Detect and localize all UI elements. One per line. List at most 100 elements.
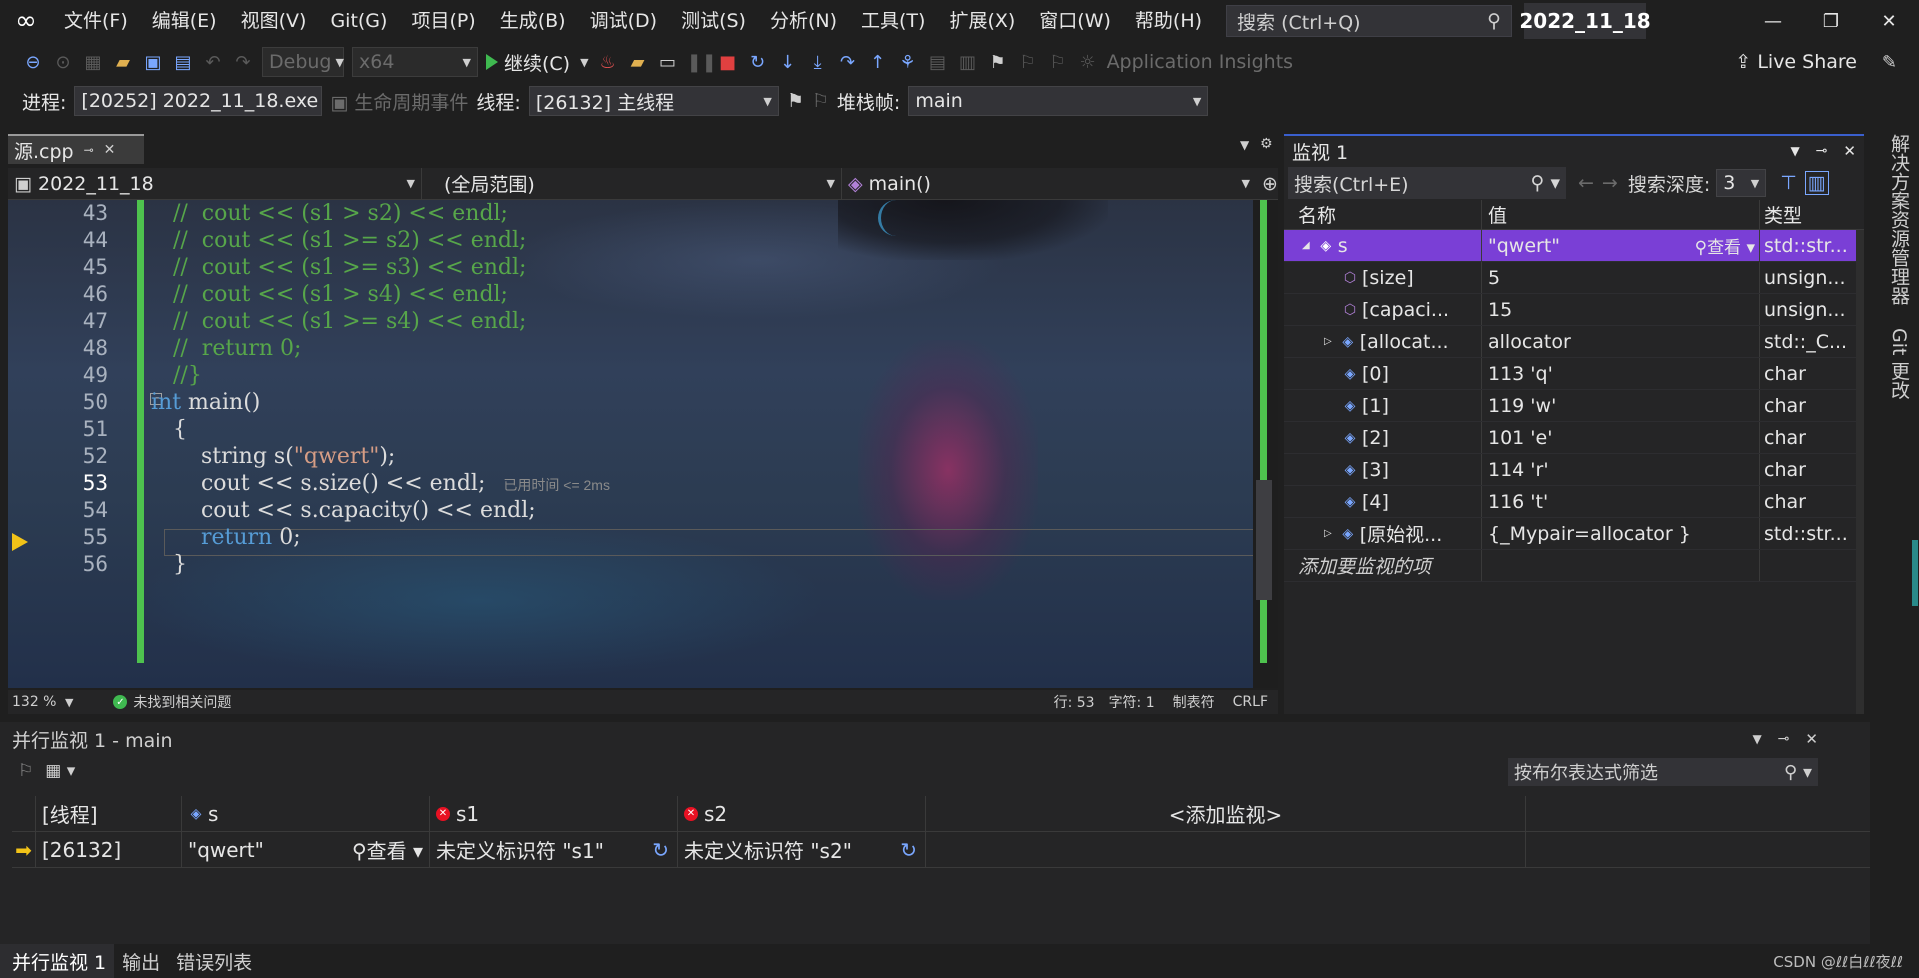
close-icon[interactable]: ✕ xyxy=(1843,142,1856,160)
scrollbar-thumb[interactable] xyxy=(1256,480,1272,600)
project-nav-select[interactable]: ▣ 2022_11_18 ▼ xyxy=(8,167,422,200)
scope-nav-select[interactable]: (全局范围) ▼ xyxy=(422,167,842,200)
bookmark-next-icon[interactable]: ⚐ xyxy=(1047,52,1069,73)
continue-button[interactable]: 继续(C) ▼ xyxy=(486,49,589,76)
column-header-s[interactable]: ◈ s xyxy=(182,796,430,831)
pin-icon[interactable]: ⊸ xyxy=(84,143,94,157)
stop-icon[interactable]: ■ xyxy=(717,52,739,73)
menu-build[interactable]: 生成(B) xyxy=(488,0,578,42)
pin-icon[interactable]: ⊸ xyxy=(1778,731,1790,747)
menu-test[interactable]: 测试(S) xyxy=(669,0,758,42)
menu-tools[interactable]: 工具(T) xyxy=(849,0,937,42)
menu-edit[interactable]: 编辑(E) xyxy=(140,0,229,42)
tab-error-list[interactable]: 错误列表 xyxy=(168,944,260,978)
show-next-statement-icon[interactable]: ↓ xyxy=(777,52,799,73)
eol-indicator[interactable]: CRLF xyxy=(1233,694,1278,710)
close-tab-icon[interactable]: ✕ xyxy=(104,142,116,158)
hot-reload-icon[interactable]: ♨ xyxy=(597,52,619,73)
comment-icon[interactable]: ▤ xyxy=(927,52,949,73)
watch-row[interactable]: ◢ ◈ s "qwert" ⚲查看 ▾ std::str... xyxy=(1284,230,1864,262)
char-indicator[interactable]: 字符: 1 xyxy=(1109,692,1173,712)
menu-window[interactable]: 窗口(W) xyxy=(1027,0,1123,42)
save-icon[interactable]: ▣ xyxy=(142,52,164,73)
solution-explorer-tab[interactable]: 解决方案资源管理器 xyxy=(1886,134,1913,305)
refresh-icon[interactable]: ↻ xyxy=(652,838,669,862)
thread-select[interactable]: [26132] 主线程 ▼ xyxy=(528,86,779,116)
lifecycle-events-button[interactable]: ▣ 生命周期事件 xyxy=(330,88,468,115)
platform-select[interactable]: x64 ▼ xyxy=(352,47,478,77)
watch-row[interactable]: ◈ [2] 101 'e' char xyxy=(1284,422,1864,454)
restore-icon[interactable]: ❐ xyxy=(1803,0,1859,42)
menu-extensions[interactable]: 扩展(X) xyxy=(937,0,1027,42)
tab-overflow-icon[interactable]: ▼ xyxy=(1240,138,1249,152)
menu-git[interactable]: Git(G) xyxy=(318,0,399,42)
expand-icon[interactable]: ▷ xyxy=(1324,528,1332,539)
watch-row[interactable]: ▷ ◈ [allocat... allocator std::_C... xyxy=(1284,326,1864,358)
table-icon[interactable]: ▦ ▾ xyxy=(45,761,75,781)
watch-row[interactable]: ⬡ [capaci... 15 unsign... xyxy=(1284,294,1864,326)
solution-config-select[interactable]: Debug ▼ xyxy=(262,47,344,77)
split-editor-icon[interactable]: ⊕ xyxy=(1262,173,1278,195)
back-icon[interactable]: ⊖ xyxy=(22,52,44,73)
minimize-icon[interactable]: — xyxy=(1745,0,1801,42)
column-header-s2[interactable]: ✕ s2 xyxy=(678,796,926,831)
forward-icon[interactable]: ⊙ xyxy=(52,52,74,73)
process-select[interactable]: [20252] 2022_11_18.exe▼ xyxy=(74,86,323,116)
menu-file[interactable]: 文件(F) xyxy=(52,0,140,42)
function-nav-select[interactable]: ◈ main() ▼ xyxy=(842,168,1256,200)
column-header-type[interactable]: 类型 xyxy=(1760,200,1852,229)
menu-analyze[interactable]: 分析(N) xyxy=(758,0,849,42)
save-all-icon[interactable]: ▤ xyxy=(172,52,194,73)
restart-icon[interactable]: ↻ xyxy=(747,52,769,73)
issues-indicator[interactable]: ✓ 未找到相关问题 xyxy=(113,692,231,712)
watch-vertical-scrollbar[interactable] xyxy=(1856,230,1864,714)
menu-project[interactable]: 项目(P) xyxy=(399,0,487,42)
step-over-icon[interactable]: ↷ xyxy=(837,52,859,73)
lightbulb-icon[interactable]: ☼ xyxy=(1077,52,1099,73)
bookmark-icon[interactable]: ⚑ xyxy=(987,52,1009,73)
visualizer-button[interactable]: ⚲查看 ▾ xyxy=(352,835,423,864)
pause-icon[interactable]: ❚❚ xyxy=(687,52,717,73)
depth-select[interactable]: 3 ▼ xyxy=(1716,169,1767,197)
watch-row[interactable]: ⬡ [size] 5 unsign... xyxy=(1284,262,1864,294)
expanded-icon[interactable]: ◢ xyxy=(1302,240,1310,251)
stackframe-select[interactable]: main ▼ xyxy=(908,86,1209,116)
open-folder-icon[interactable]: ▰ xyxy=(112,52,134,73)
pin-value-icon[interactable]: ⊤ xyxy=(1780,172,1797,194)
step-out-icon[interactable]: ↑ xyxy=(867,52,889,73)
column-header-name[interactable]: 名称 xyxy=(1284,200,1482,229)
feedback-icon[interactable]: ✎ xyxy=(1882,52,1897,73)
zoom-select[interactable]: 132 % ▼ xyxy=(8,694,73,710)
chevron-down-icon[interactable]: ▼ xyxy=(1790,144,1799,158)
menu-view[interactable]: 视图(V) xyxy=(229,0,319,42)
tab-output[interactable]: 输出 xyxy=(114,944,168,978)
tab-parallel-watch[interactable]: 并行监视 1 xyxy=(0,944,115,978)
column-header-thread[interactable]: [线程] xyxy=(36,796,182,831)
menu-debug[interactable]: 调试(D) xyxy=(578,0,669,42)
line-indicator[interactable]: 行: 53 xyxy=(1054,692,1109,712)
add-watch-row[interactable]: 添加要监视的项 xyxy=(1284,550,1864,582)
git-changes-tab[interactable]: Git 更改 xyxy=(1886,328,1913,400)
layout-icon[interactable]: ▭ xyxy=(657,52,679,73)
application-insights-button[interactable]: Application Insights xyxy=(1107,51,1293,73)
flag-all-icon[interactable]: ⚐ xyxy=(812,90,829,112)
forward-arrow-icon[interactable]: → xyxy=(1602,172,1618,194)
perf-tip[interactable]: 已用时间 <= 2ms xyxy=(503,477,610,493)
flag-icon[interactable]: ⚐ xyxy=(18,761,33,781)
diagnostic-icon[interactable]: ⚘ xyxy=(897,52,919,73)
watch-search-input[interactable]: 搜索(Ctrl+E) ⚲ ▾ xyxy=(1288,167,1566,199)
close-icon[interactable]: ✕ xyxy=(1805,730,1818,748)
refresh-icon[interactable]: ↻ xyxy=(900,838,917,862)
watch-row[interactable]: ◈ [4] 116 't' char xyxy=(1284,486,1864,518)
code-editor[interactable]: 43 44 45 46 47 48 49 50 51 52 53 54 55 5… xyxy=(8,200,1278,688)
browse-icon[interactable]: ▰ xyxy=(627,52,649,73)
step-into-icon[interactable]: ⤓ xyxy=(807,52,829,73)
live-share-button[interactable]: ⇪ Live Share xyxy=(1735,51,1857,73)
chevron-down-icon[interactable]: ▼ xyxy=(1752,732,1761,746)
settings-icon[interactable]: ⚙ xyxy=(1260,136,1273,152)
column-header-value[interactable]: 值 xyxy=(1482,200,1760,229)
flag-icon[interactable]: ⚑ xyxy=(787,90,804,112)
undo-icon[interactable]: ↶ xyxy=(202,52,224,73)
boolean-filter-input[interactable]: 按布尔表达式筛选 ⚲ ▾ xyxy=(1508,758,1818,786)
add-watch-column[interactable]: <添加监视> xyxy=(926,796,1526,831)
